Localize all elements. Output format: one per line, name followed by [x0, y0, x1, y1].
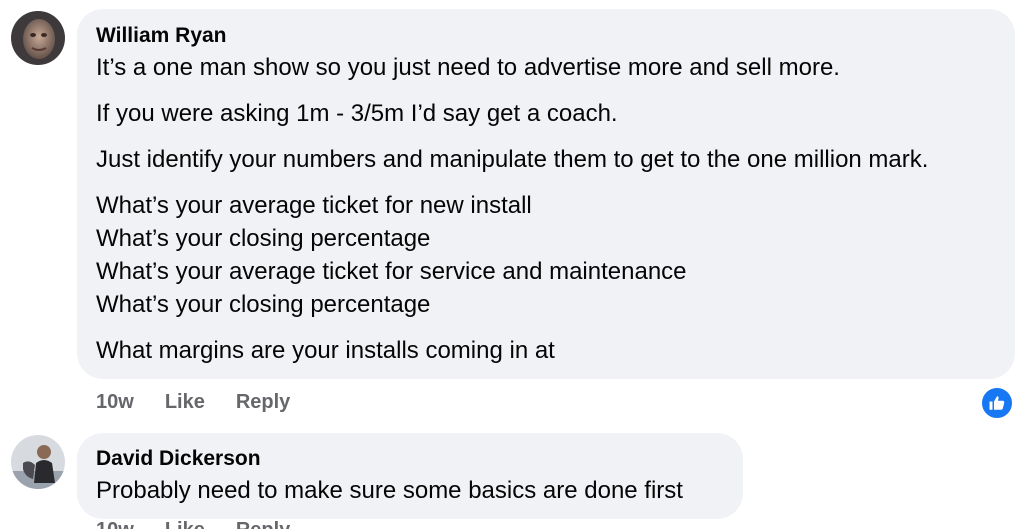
like-button[interactable]: Like: [165, 519, 205, 529]
comment-author[interactable]: William Ryan: [96, 23, 995, 49]
comment-paragraph: It’s a one man show so you just need to …: [96, 51, 995, 84]
like-reaction-badge[interactable]: [980, 386, 1014, 420]
comment-timestamp[interactable]: 10w: [96, 519, 134, 529]
comment-text-line: What’s your closing percentage: [96, 291, 431, 318]
comment-thread: William Ryan It’s a one man show so you …: [0, 0, 1024, 529]
like-button[interactable]: Like: [165, 391, 205, 414]
comment-author[interactable]: David Dickerson: [96, 446, 723, 472]
comment-bubble: David Dickerson Probably need to make su…: [77, 433, 743, 519]
profile-photo-icon: [11, 435, 65, 489]
reply-button[interactable]: Reply: [236, 519, 290, 529]
comment-paragraph: Just identify your numbers and manipulat…: [96, 143, 995, 176]
comment-text-line: If you were asking 1m - 3/5m I’d say get…: [96, 100, 618, 127]
comment-text-line: Just identify your numbers and manipulat…: [96, 146, 929, 173]
reply-button[interactable]: Reply: [236, 391, 290, 414]
comment-text-line: What margins are your installs coming in…: [96, 337, 555, 364]
comment-actions: 10w Like Reply: [96, 391, 321, 414]
comment-paragraph: If you were asking 1m - 3/5m I’d say get…: [96, 97, 995, 130]
comment-timestamp[interactable]: 10w: [96, 391, 134, 414]
comment-actions: 10w Like Reply: [96, 519, 321, 529]
avatar-david-dickerson[interactable]: [11, 435, 65, 489]
comment-paragraph: What’s your average ticket for new insta…: [96, 189, 995, 321]
comment-text-line: Probably need to make sure some basics a…: [96, 477, 683, 504]
comment-text-line: What’s your closing percentage: [96, 225, 431, 252]
comment-paragraph: What margins are your installs coming in…: [96, 334, 995, 367]
comment-text-line: What’s your average ticket for service a…: [96, 258, 687, 285]
profile-photo-icon: [11, 11, 65, 65]
avatar-william-ryan[interactable]: [11, 11, 65, 65]
comment-text-line: What’s your average ticket for new insta…: [96, 192, 532, 219]
comment-bubble: William Ryan It’s a one man show so you …: [77, 9, 1015, 379]
like-icon: [989, 396, 1005, 410]
comment-paragraph: Probably need to make sure some basics a…: [96, 474, 723, 507]
comment-text-line: It’s a one man show so you just need to …: [96, 54, 840, 81]
